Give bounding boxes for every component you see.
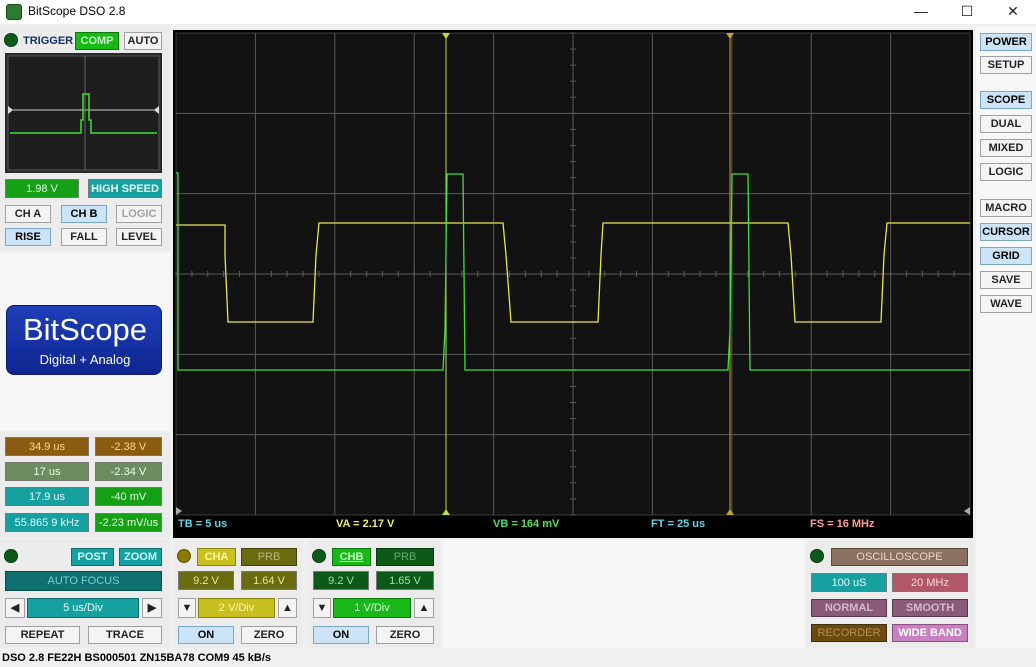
- channel-b-offset[interactable]: 1.65 V: [376, 571, 434, 590]
- trigger-label: TRIGGER: [23, 35, 74, 47]
- scope-display[interactable]: TB = 5 us VA = 2.17 V VB = 164 mV FT = 2…: [173, 30, 973, 538]
- recorder-button[interactable]: RECORDER: [811, 624, 887, 642]
- channel-a-zero-button[interactable]: ZERO: [241, 626, 297, 644]
- logo-tagline: Digital + Analog: [39, 352, 131, 367]
- measure-delta-volt[interactable]: -40 mV: [95, 487, 162, 506]
- mixed-button[interactable]: MIXED: [980, 139, 1032, 157]
- channel-a-scale[interactable]: 2 V/Div: [198, 598, 275, 618]
- bitscope-logo: BitScope Digital + Analog: [6, 305, 162, 375]
- trace-button[interactable]: TRACE: [88, 626, 162, 644]
- channel-b-panel: CHB PRB 9.2 V 1.65 V ▼ 1 V/Div ▲ ON ZERO: [308, 540, 440, 648]
- side-menu: POWER SETUP SCOPE DUAL MIXED LOGIC MACRO…: [976, 26, 1036, 648]
- bandwidth-value[interactable]: 20 MHz: [892, 573, 968, 592]
- scope-canvas: TB = 5 us VA = 2.17 V VB = 164 mV FT = 2…: [173, 30, 973, 538]
- channel-a-up-button[interactable]: ▲: [278, 598, 297, 618]
- channel-a-down-button[interactable]: ▼: [178, 598, 196, 618]
- channel-a-probe-button[interactable]: PRB: [241, 548, 297, 566]
- oscilloscope-button[interactable]: OSCILLOSCOPE: [831, 548, 968, 566]
- channel-b-up-button[interactable]: ▲: [414, 598, 434, 618]
- minimize-button[interactable]: —: [898, 0, 944, 24]
- va-readout: VA = 2.17 V: [336, 518, 395, 530]
- setup-button[interactable]: SETUP: [980, 56, 1032, 74]
- comp-button[interactable]: COMP: [75, 32, 119, 50]
- trigger-logic-button[interactable]: LOGIC: [116, 205, 162, 223]
- maximize-button[interactable]: ☐: [944, 0, 990, 24]
- app-icon: [6, 4, 22, 20]
- repeat-button[interactable]: REPEAT: [5, 626, 80, 644]
- fs-readout: FS = 16 MHz: [810, 518, 875, 530]
- channel-a-on-button[interactable]: ON: [178, 626, 234, 644]
- save-button[interactable]: SAVE: [980, 271, 1032, 289]
- title-bar: BitScope DSO 2.8 — ☐ ✕: [0, 0, 1036, 24]
- measure-slope[interactable]: -2.23 mV/us: [95, 513, 162, 532]
- window-title: BitScope DSO 2.8: [28, 4, 126, 18]
- measure-time-a[interactable]: 34.9 us: [5, 437, 89, 456]
- logo-brand: BitScope: [22, 312, 148, 347]
- power-button[interactable]: POWER: [980, 33, 1032, 51]
- vb-readout: VB = 164 mV: [493, 518, 560, 530]
- auto-button[interactable]: AUTO: [124, 32, 162, 50]
- smooth-button[interactable]: SMOOTH: [892, 599, 968, 617]
- channel-b-probe-button[interactable]: PRB: [376, 548, 434, 566]
- level-button[interactable]: LEVEL: [116, 228, 162, 246]
- trigger-panel: TRIGGER COMP AUTO 1.98 V HIGH SPEED CH A…: [0, 26, 170, 251]
- channel-a-led[interactable]: [177, 549, 191, 563]
- timebase-led[interactable]: [4, 549, 18, 563]
- rise-button[interactable]: RISE: [5, 228, 51, 246]
- dual-button[interactable]: DUAL: [980, 115, 1032, 133]
- channel-a-name-button[interactable]: CHA: [197, 548, 236, 566]
- sample-duration[interactable]: 100 uS: [811, 573, 887, 592]
- channel-b-down-button[interactable]: ▼: [313, 598, 331, 618]
- measure-volt-a[interactable]: -2.38 V: [95, 437, 162, 456]
- channel-b-zero-button[interactable]: ZERO: [376, 626, 434, 644]
- measure-frequency[interactable]: 55.865 9 kHz: [5, 513, 89, 532]
- ft-readout: FT = 25 us: [651, 518, 705, 530]
- normal-button[interactable]: NORMAL: [811, 599, 887, 617]
- wide-band-button[interactable]: WIDE BAND: [892, 624, 968, 642]
- channel-a-range[interactable]: 9.2 V: [178, 571, 234, 590]
- channel-b-on-button[interactable]: ON: [313, 626, 369, 644]
- trigger-led[interactable]: [4, 33, 18, 47]
- grid-button[interactable]: GRID: [980, 247, 1032, 265]
- timebase-panel: POST ZOOM AUTO FOCUS ◀ 5 us/Div ▶ REPEAT…: [0, 540, 170, 648]
- trigger-preview: [5, 53, 162, 173]
- cursor-button[interactable]: CURSOR: [980, 223, 1032, 241]
- timebase-prev-button[interactable]: ◀: [5, 598, 25, 618]
- trigger-chb-button[interactable]: CH B: [61, 205, 107, 223]
- tb-readout: TB = 5 us: [178, 518, 227, 530]
- trigger-cha-button[interactable]: CH A: [5, 205, 51, 223]
- channel-b-scale[interactable]: 1 V/Div: [333, 598, 411, 618]
- channel-a-offset[interactable]: 1.64 V: [241, 571, 297, 590]
- timebase-next-button[interactable]: ▶: [142, 598, 162, 618]
- channel-b-range[interactable]: 9.2 V: [313, 571, 369, 590]
- channel-b-led[interactable]: [312, 549, 326, 563]
- wave-button[interactable]: WAVE: [980, 295, 1032, 313]
- measurement-panel: 34.9 us -2.38 V 17 us -2.34 V 17.9 us -4…: [0, 433, 170, 538]
- macro-button[interactable]: MACRO: [980, 199, 1032, 217]
- channel-a-panel: CHA PRB 9.2 V 1.64 V ▼ 2 V/Div ▲ ON ZERO: [173, 540, 303, 648]
- logic-button[interactable]: LOGIC: [980, 163, 1032, 181]
- close-button[interactable]: ✕: [990, 0, 1036, 24]
- status-bar: DSO 2.8 FE22H BS000501 ZN15BA78 COM9 45 …: [0, 650, 1036, 667]
- post-button[interactable]: POST: [71, 548, 114, 566]
- measure-delta-time[interactable]: 17.9 us: [5, 487, 89, 506]
- zoom-button[interactable]: ZOOM: [119, 548, 162, 566]
- measure-volt-b[interactable]: -2.34 V: [95, 462, 162, 481]
- auto-focus-button[interactable]: AUTO FOCUS: [5, 571, 162, 591]
- scope-button[interactable]: SCOPE: [980, 91, 1032, 109]
- measure-time-b[interactable]: 17 us: [5, 462, 89, 481]
- timebase-value[interactable]: 5 us/Div: [27, 598, 139, 618]
- high-speed-button[interactable]: HIGH SPEED: [88, 179, 162, 198]
- channel-b-name-button[interactable]: CHB: [332, 548, 371, 566]
- mode-panel: OSCILLOSCOPE 100 uS 20 MHz NORMAL SMOOTH…: [806, 540, 974, 648]
- empty-area: [443, 540, 804, 648]
- trigger-level-value[interactable]: 1.98 V: [5, 179, 79, 198]
- logo-area: BitScope Digital + Analog: [0, 253, 170, 431]
- fall-button[interactable]: FALL: [61, 228, 107, 246]
- mode-led[interactable]: [810, 549, 824, 563]
